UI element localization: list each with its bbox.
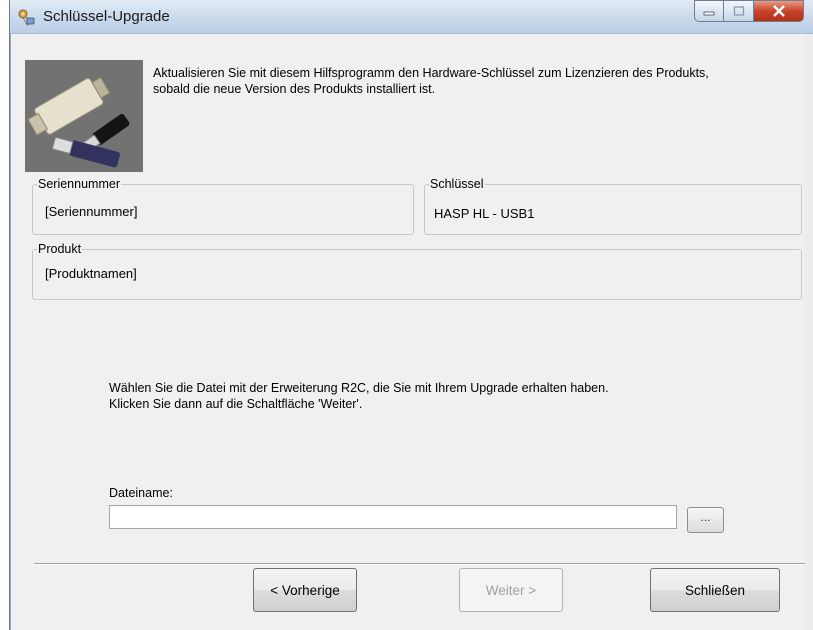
- hardware-key-icon: [25, 60, 143, 172]
- next-button[interactable]: Weiter >: [459, 568, 563, 612]
- minimize-icon: [703, 11, 715, 16]
- browse-button-label: ...: [700, 510, 711, 524]
- product-label: Produkt: [37, 242, 83, 257]
- intro-text: Aktualisieren Sie mit diesem Hilfsprogra…: [153, 65, 793, 97]
- instructions-text: Wählen Sie die Datei mit der Erweiterung…: [109, 380, 609, 412]
- product-value: [Produktnamen]: [45, 266, 137, 281]
- serial-number-value: [Seriennummer]: [45, 204, 138, 219]
- back-button[interactable]: < Vorherige: [253, 568, 357, 612]
- key-value: HASP HL - USB1: [434, 206, 535, 221]
- intro-line-1: Aktualisieren Sie mit diesem Hilfsprogra…: [153, 66, 709, 80]
- filename-label: Dateiname:: [109, 486, 173, 500]
- close-button-label: Schließen: [684, 582, 746, 598]
- key-program-icon: [18, 9, 35, 26]
- minimize-button[interactable]: [694, 0, 724, 22]
- filename-input[interactable]: [109, 505, 677, 529]
- close-icon: [772, 5, 785, 17]
- window-title: Schlüssel-Upgrade: [43, 8, 170, 25]
- button-separator: [34, 563, 805, 565]
- hardware-key-image: [25, 60, 143, 172]
- serial-number-label: Seriennummer: [37, 177, 121, 192]
- maximize-button[interactable]: [724, 0, 754, 22]
- key-group: Schlüssel HASP HL - USB1: [424, 177, 802, 235]
- product-group: Produkt [Produktnamen]: [32, 242, 802, 300]
- maximize-icon: [733, 6, 744, 16]
- title-bar[interactable]: Schlüssel-Upgrade: [10, 0, 813, 34]
- caption-buttons: [694, 0, 813, 24]
- instructions-line-1: Wählen Sie die Datei mit der Erweiterung…: [109, 381, 609, 395]
- key-label: Schlüssel: [429, 177, 485, 192]
- close-button[interactable]: Schließen: [650, 568, 780, 612]
- close-window-button[interactable]: [754, 0, 804, 22]
- intro-line-2: sobald die neue Version des Produkts ins…: [153, 82, 436, 96]
- instructions-line-2: Klicken Sie dann auf die Schaltfläche 'W…: [109, 397, 363, 411]
- next-button-label: Weiter >: [485, 582, 537, 598]
- serial-number-group: Seriennummer [Seriennummer]: [32, 177, 414, 235]
- back-button-label: < Vorherige: [270, 582, 340, 598]
- browse-button[interactable]: ...: [687, 507, 724, 533]
